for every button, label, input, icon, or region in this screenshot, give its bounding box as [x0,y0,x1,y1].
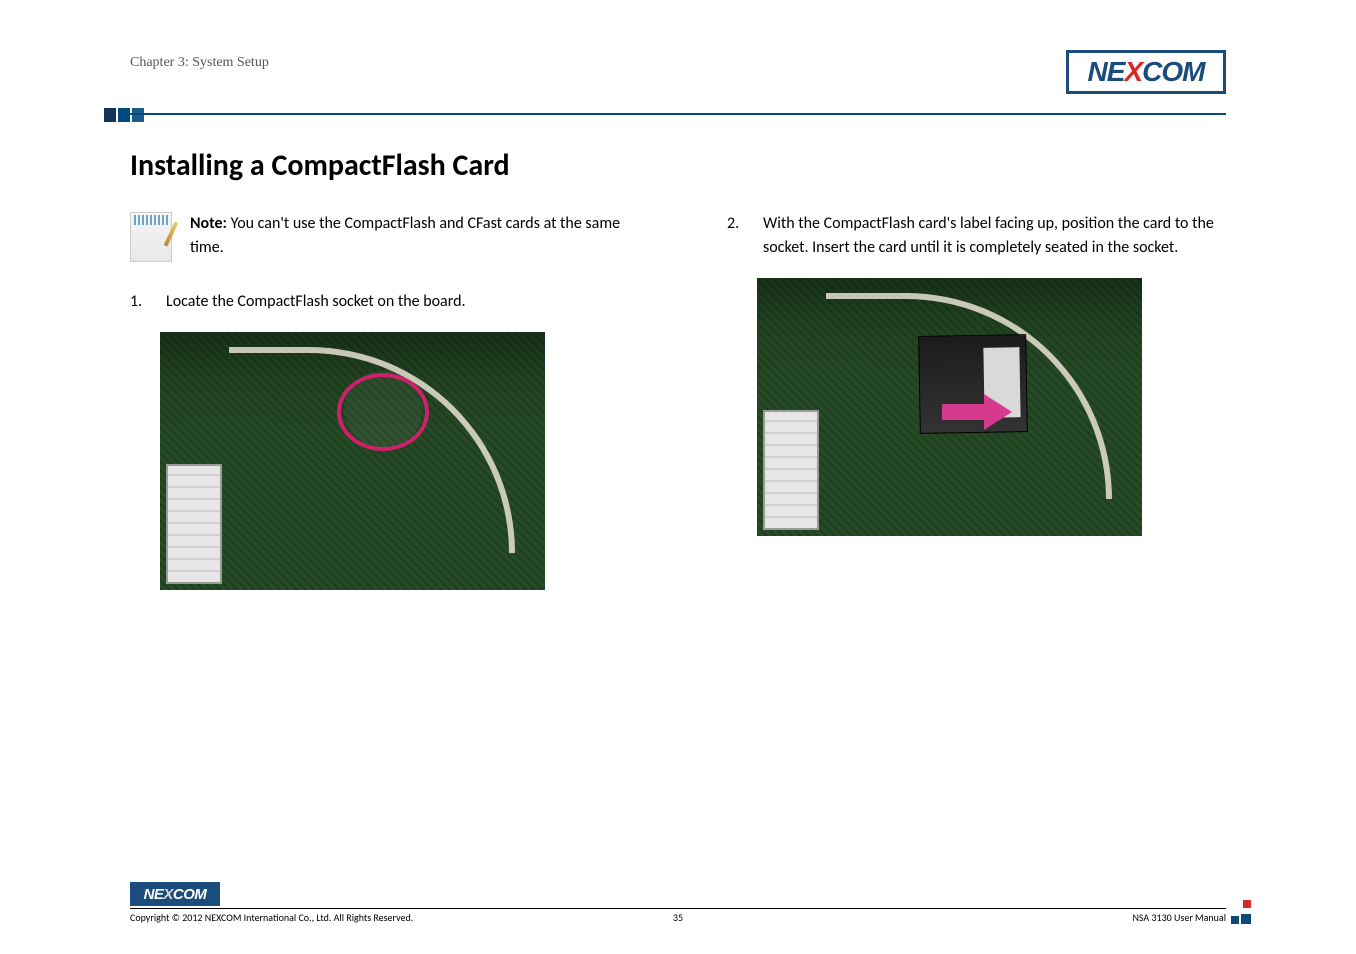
brand-ne-footer: NE [144,886,164,903]
step-2-text: With the CompactFlash card's label facin… [763,212,1226,260]
note-icon [130,212,172,262]
step-1: 1. Locate the CompactFlash socket on the… [130,290,629,314]
document-page: Chapter 3: System Setup NEXCOM Installin… [0,0,1356,954]
step-2: 2. With the CompactFlash card's label fa… [727,212,1226,260]
brand-ne: NE [1088,56,1125,88]
brand-x: X [1124,56,1142,88]
photo-insert-card [757,278,1142,536]
brand-logo-bottom: NEXCOM [130,882,220,906]
insert-arrow-icon [942,394,1012,430]
note-block: Note: You can't use the CompactFlash and… [130,212,629,262]
brand-logo-top: NEXCOM [1066,50,1226,94]
note-label: Note: [190,214,227,233]
step-1-text: Locate the CompactFlash socket on the bo… [166,290,466,314]
note-body: You can't use the CompactFlash and CFast… [190,214,620,257]
copyright-text: Copyright © 2012 NEXCOM International Co… [130,911,413,924]
page-number: 35 [673,911,683,924]
brand-com-footer: COM [173,886,207,903]
column-right: 2. With the CompactFlash card's label fa… [727,212,1226,590]
page-title: Installing a CompactFlash Card [130,147,1226,184]
step-2-number: 2. [727,212,749,260]
atx-connector-graphic [166,464,222,584]
content-columns: Note: You can't use the CompactFlash and… [130,212,1226,590]
photo-locate-socket [160,332,545,590]
note-text: Note: You can't use the CompactFlash and… [190,212,629,260]
chapter-label: Chapter 3: System Setup [130,55,1226,71]
highlight-circle [337,373,429,451]
step-1-number: 1. [130,290,152,314]
column-left: Note: You can't use the CompactFlash and… [130,212,629,590]
manual-name: NSA 3130 User Manual [1132,911,1226,924]
brand-com: COM [1142,56,1204,88]
header-divider [130,113,1226,115]
corner-decoration [1231,900,1251,924]
page-footer: NEXCOM Copyright © 2012 NEXCOM Internati… [130,882,1226,924]
atx-connector-graphic-2 [763,410,819,530]
brand-x-footer: X [163,886,173,903]
header-color-bars [104,108,144,122]
